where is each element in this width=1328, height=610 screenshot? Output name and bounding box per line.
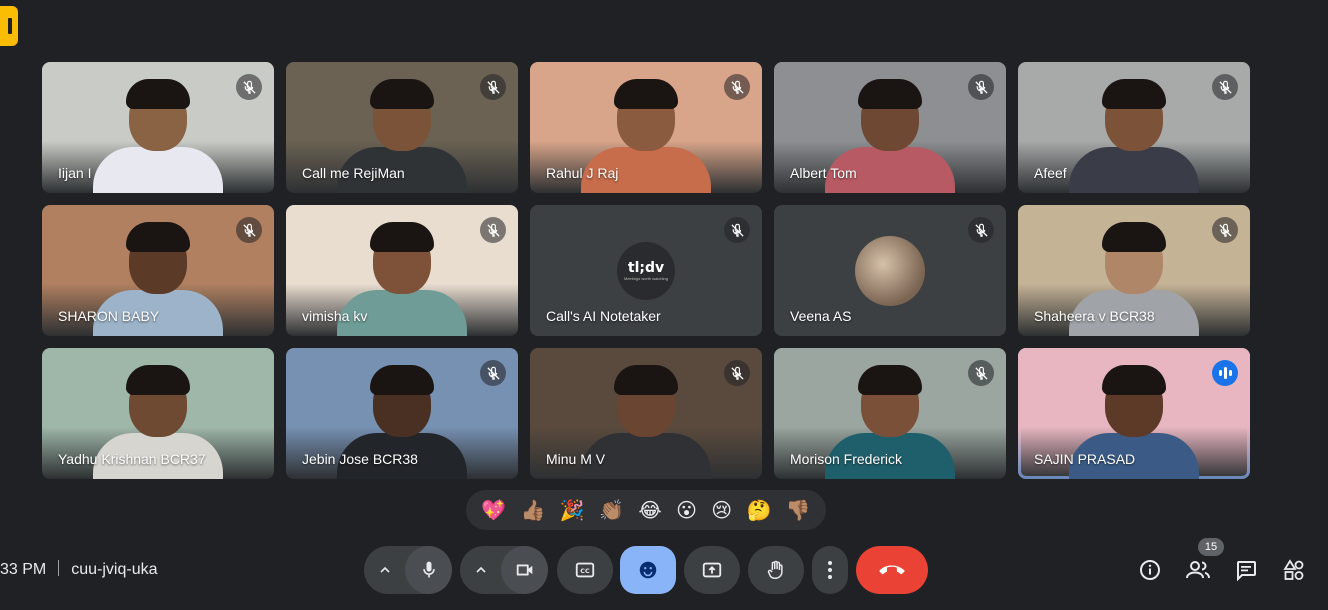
participant-tile[interactable]: Call me RejiMan — [286, 62, 518, 193]
reaction-emoji-button[interactable]: 😮 — [676, 500, 697, 520]
captions-button[interactable]: CC — [557, 546, 613, 594]
present-button[interactable] — [684, 546, 740, 594]
app-badge — [0, 6, 18, 46]
participant-name: vimisha kv — [302, 308, 368, 324]
notetaker-logo: tl;dv Meetings worth watching — [617, 241, 675, 300]
closed-caption-icon: CC — [575, 562, 595, 578]
participant-name: Minu M V — [546, 451, 606, 467]
participant-tile[interactable]: SAJIN PRASAD — [1018, 348, 1250, 479]
camera-options-button[interactable] — [460, 546, 501, 594]
reaction-bar: 💖 👍🏽 🎉 👏🏽 😂 😮 😢 🤔 👎🏽 — [466, 490, 826, 530]
participant-tile[interactable]: Jebin Jose BCR38 — [286, 348, 518, 479]
participant-name: SHARON BABY — [58, 308, 160, 324]
mic-icon — [422, 561, 435, 578]
emoji-icon — [639, 561, 657, 579]
svg-text:CC: CC — [580, 567, 590, 575]
participant-tile[interactable]: tl;dv Meetings worth watching Call's AI No… — [530, 205, 762, 336]
mic-off-icon — [968, 74, 994, 100]
participant-tile[interactable]: Yadhu Krishnan BCR37 — [42, 348, 274, 479]
reaction-emoji-button[interactable]: 💖 — [481, 500, 506, 520]
people-button[interactable] — [1184, 556, 1212, 584]
participant-name: Albert Tom — [790, 165, 857, 181]
participant-name: Morison Frederick — [790, 451, 903, 467]
participant-name: Iijan I — [58, 165, 92, 181]
mic-off-icon — [480, 360, 506, 386]
avatar — [855, 235, 925, 306]
more-vert-icon — [828, 561, 832, 579]
leave-call-button[interactable] — [856, 546, 928, 594]
call-end-icon — [879, 565, 905, 575]
participant-tile[interactable]: vimisha kv — [286, 205, 518, 336]
mic-off-icon — [724, 217, 750, 243]
raise-hand-icon — [767, 560, 783, 579]
more-options-button[interactable] — [812, 546, 848, 594]
participant-name: SAJIN PRASAD — [1034, 451, 1136, 467]
participant-figure — [93, 79, 223, 193]
reaction-emoji-button[interactable]: 🎉 — [560, 500, 585, 520]
participant-tile[interactable]: Afeef — [1018, 62, 1250, 193]
meeting-time: 33 PM — [0, 561, 47, 578]
present-screen-icon — [702, 562, 722, 578]
participant-grid: Iijan I Call me RejiMan Rahul J Raj Albert … — [42, 62, 1252, 479]
emoji-button[interactable] — [620, 546, 676, 594]
raise-hand-button[interactable] — [748, 546, 804, 594]
participant-tile[interactable]: Morison Frederick — [774, 348, 1006, 479]
reaction-emoji-button[interactable]: 👎🏽 — [786, 500, 811, 520]
reaction-emoji-button[interactable]: 👍🏽 — [520, 500, 545, 520]
mic-off-icon — [236, 217, 262, 243]
mic-off-icon — [968, 217, 994, 243]
mic-off-icon — [724, 74, 750, 100]
info-icon — [1140, 560, 1160, 580]
participant-tile[interactable]: Rahul J Raj — [530, 62, 762, 193]
mic-off-icon — [236, 74, 262, 100]
participant-name: Call's AI Notetaker — [546, 308, 661, 324]
mic-off-icon — [480, 74, 506, 100]
camera-button[interactable] — [501, 546, 548, 594]
notetaker-tagline: Meetings worth watching — [623, 276, 669, 281]
participant-tile[interactable]: Iijan I — [42, 62, 274, 193]
mic-off-icon — [968, 360, 994, 386]
participant-tile[interactable]: Albert Tom — [774, 62, 1006, 193]
mic-off-icon — [724, 360, 750, 386]
meeting-info: 33 PM cuu-jviq-uka — [0, 560, 158, 579]
mic-off-icon — [1212, 217, 1238, 243]
chat-button[interactable] — [1232, 556, 1260, 584]
mic-options-button[interactable] — [364, 546, 405, 594]
participant-name: Jebin Jose BCR38 — [302, 451, 418, 467]
reaction-emoji-button[interactable]: 🤔 — [747, 500, 772, 520]
notetaker-logo-text: tl;dv — [627, 260, 665, 276]
activities-icon — [1283, 559, 1304, 580]
participant-figure — [1069, 79, 1199, 193]
chat-icon — [1237, 561, 1256, 582]
meeting-details-button[interactable] — [1136, 556, 1164, 584]
participant-name: Rahul J Raj — [546, 165, 619, 181]
reaction-emoji-button[interactable]: 😢 — [711, 500, 732, 520]
chevron-up-icon — [379, 566, 390, 573]
participant-tile[interactable]: SHARON BABY — [42, 205, 274, 336]
people-icon — [1186, 561, 1210, 579]
camera-control — [460, 546, 548, 594]
participant-tile[interactable]: Shaheera v BCR38 — [1018, 205, 1250, 336]
videocam-icon — [516, 564, 532, 576]
participant-name: Veena AS — [790, 308, 852, 324]
participant-name: Shaheera v BCR38 — [1034, 308, 1155, 324]
meeting-code[interactable]: cuu-jviq-uka — [71, 561, 157, 578]
speaking-indicator-icon — [1212, 360, 1238, 386]
reaction-emoji-button[interactable]: 👏🏽 — [599, 500, 624, 520]
mic-control — [364, 546, 452, 594]
participant-name: Call me RejiMan — [302, 165, 405, 181]
mic-off-icon — [1212, 74, 1238, 100]
mic-button[interactable] — [405, 546, 452, 594]
participant-tile[interactable]: Veena AS — [774, 205, 1006, 336]
chevron-up-icon — [475, 566, 486, 573]
activities-button[interactable] — [1280, 556, 1308, 584]
mic-off-icon — [480, 217, 506, 243]
participant-name: Afeef — [1034, 165, 1067, 181]
people-count-badge: 15 — [1198, 538, 1224, 556]
reaction-emoji-button[interactable]: 😂 — [638, 500, 661, 520]
participant-tile[interactable]: Minu M V — [530, 348, 762, 479]
participant-name: Yadhu Krishnan BCR37 — [58, 451, 206, 467]
